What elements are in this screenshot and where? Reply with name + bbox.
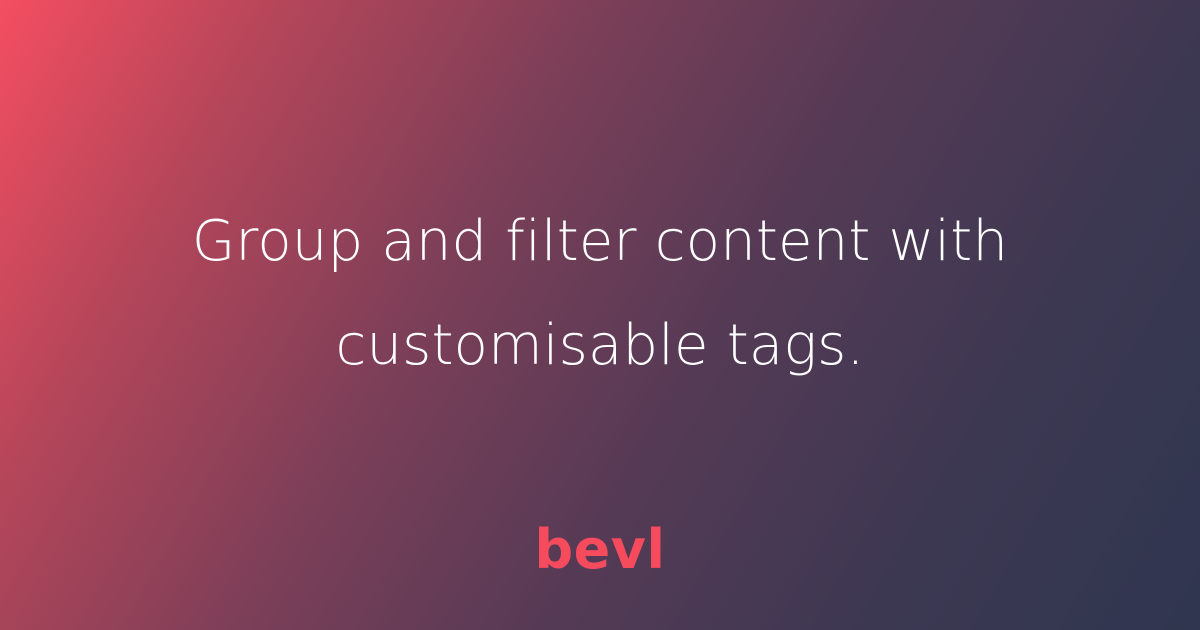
headline-line-2: customisable tags.	[335, 313, 865, 378]
background-gradient: Group and filter content with customisab…	[0, 0, 1200, 630]
headline: Group and filter content with customisab…	[100, 190, 1100, 398]
brand-logo: bevl	[534, 518, 666, 581]
headline-line-1: Group and filter content with	[191, 209, 1009, 274]
